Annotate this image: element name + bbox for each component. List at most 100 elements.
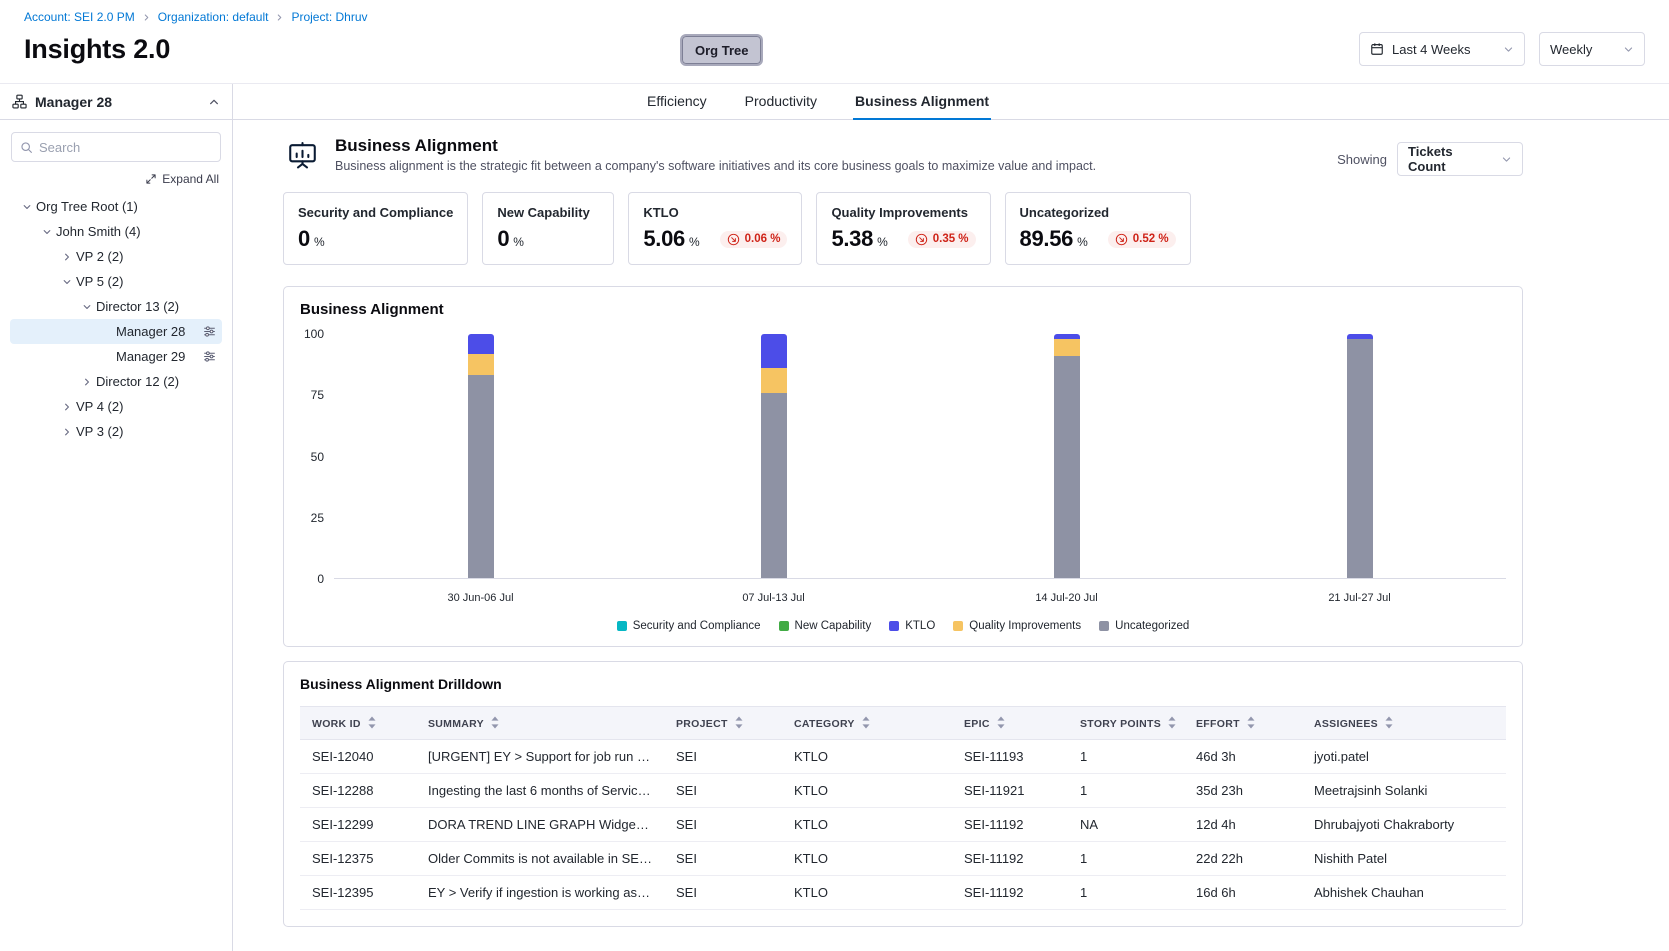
stat-delta-badge: 0.06 %: [720, 231, 788, 248]
bar-segment-quality-improvements: [761, 368, 787, 392]
table-cell: KTLO: [782, 808, 952, 842]
table-row-sei-12395[interactable]: SEI-12395EY > Verify if ingestion is wor…: [300, 876, 1506, 910]
column-header-category[interactable]: CATEGORY: [782, 707, 952, 740]
tree-item-director-13-2[interactable]: Director 13 (2): [10, 294, 222, 319]
topbar: Account: SEI 2.0 PM Organization: default…: [0, 0, 1669, 84]
table-row-sei-12040[interactable]: SEI-12040[URGENT] EY > Support for job r…: [300, 740, 1506, 774]
stat-delta-value: 0.52 %: [1133, 233, 1169, 245]
tree-item-john-smith-4[interactable]: John Smith (4): [10, 219, 222, 244]
section-header-text: Business Alignment Business alignment is…: [335, 136, 1096, 173]
sort-icon[interactable]: [1161, 718, 1177, 730]
presentation-board-icon: [283, 136, 321, 174]
breadcrumb-link-account-sei-2-0-pm[interactable]: Account: SEI 2.0 PM: [24, 10, 135, 24]
table-row-sei-12375[interactable]: SEI-12375Older Commits is not available …: [300, 842, 1506, 876]
chevron-down-icon[interactable]: [78, 302, 96, 312]
table-cell: Ingesting the last 6 months of ServiceN.…: [416, 774, 664, 808]
column-header-project[interactable]: PROJECT: [664, 707, 782, 740]
stat-label: KTLO: [643, 205, 787, 220]
tree-item-label: VP 4 (2): [76, 399, 123, 414]
tree-item-vp-3-2[interactable]: VP 3 (2): [10, 419, 222, 444]
org-tree-button[interactable]: Org Tree: [682, 36, 761, 64]
legend-item-quality-improvements: Quality Improvements: [953, 620, 1081, 632]
sort-icon[interactable]: [484, 718, 500, 730]
breadcrumb-link-organization-default[interactable]: Organization: default: [158, 10, 269, 24]
expand-all-button[interactable]: Expand All: [12, 172, 219, 186]
granularity-select[interactable]: Weekly: [1539, 32, 1645, 66]
table-cell: DORA TREND LINE GRAPH Widgets is n...: [416, 808, 664, 842]
table-row-sei-12288[interactable]: SEI-12288Ingesting the last 6 months of …: [300, 774, 1506, 808]
sidebar-title: Manager 28: [35, 94, 112, 110]
stat-label: New Capability: [497, 205, 599, 220]
table-header-row: WORK ID SUMMARY PROJECTCATEGORYEPICSTORY P…: [300, 707, 1506, 740]
table-cell: [URGENT] EY > Support for job run par...: [416, 740, 664, 774]
chevron-right-icon[interactable]: [78, 377, 96, 387]
collapse-sidebar-button[interactable]: [208, 96, 220, 108]
table-cell: SEI: [664, 808, 782, 842]
table-cell: SEI-11193: [952, 740, 1068, 774]
drilldown-card: Business Alignment Drilldown WORK ID SUMM…: [283, 661, 1523, 927]
column-header-assignees[interactable]: ASSIGNEES: [1302, 707, 1506, 740]
showing-select[interactable]: Tickets Count: [1397, 142, 1523, 176]
tree-item-vp-4-2[interactable]: VP 4 (2): [10, 394, 222, 419]
trend-down-icon: [915, 233, 928, 246]
column-header-epic[interactable]: EPIC: [952, 707, 1068, 740]
chevron-down-icon[interactable]: [38, 227, 56, 237]
column-header-work-id[interactable]: WORK ID: [300, 707, 416, 740]
stacked-bar: [468, 334, 494, 578]
x-axis-label: 14 Jul-20 Jul: [920, 592, 1213, 604]
bar-segment-uncategorized: [468, 375, 494, 578]
sliders-icon[interactable]: [203, 350, 216, 363]
table-row-sei-12299[interactable]: SEI-12299DORA TREND LINE GRAPH Widgets i…: [300, 808, 1506, 842]
sort-icon[interactable]: [361, 718, 377, 730]
tab-business-alignment[interactable]: Business Alignment: [853, 84, 991, 120]
chevron-down-icon[interactable]: [18, 202, 36, 212]
chevron-right-icon[interactable]: [58, 427, 76, 437]
sort-icon[interactable]: [728, 718, 744, 730]
chevron-down-icon[interactable]: [58, 277, 76, 287]
content-area: Business Alignment Business alignment is…: [283, 120, 1523, 927]
tree-item-director-12-2[interactable]: Director 12 (2): [10, 369, 222, 394]
tree-item-manager-29[interactable]: Manager 29: [10, 344, 222, 369]
x-axis-label: 21 Jul-27 Jul: [1213, 592, 1506, 604]
search-input[interactable]: [39, 140, 212, 155]
sliders-icon[interactable]: [203, 325, 216, 338]
drilldown-title: Business Alignment Drilldown: [300, 676, 1506, 692]
column-header-effort[interactable]: EFFORT: [1184, 707, 1302, 740]
x-axis-label: 07 Jul-13 Jul: [627, 592, 920, 604]
tab-productivity[interactable]: Productivity: [743, 84, 819, 120]
column-header-summary[interactable]: SUMMARY: [416, 707, 664, 740]
stacked-bar: [761, 334, 787, 578]
breadcrumb-link-project-dhruv[interactable]: Project: Dhruv: [291, 10, 367, 24]
column-header-label: SUMMARY: [428, 718, 484, 730]
page-title: Insights 2.0: [24, 34, 170, 65]
chevron-right-icon[interactable]: [58, 402, 76, 412]
sort-icon[interactable]: [990, 718, 1006, 730]
table-cell: 1: [1068, 842, 1184, 876]
chevron-down-icon: [98, 327, 116, 337]
stat-label: Uncategorized: [1020, 205, 1176, 220]
table-cell: SEI: [664, 842, 782, 876]
chevron-right-icon[interactable]: [58, 252, 76, 262]
tab-efficiency[interactable]: Efficiency: [645, 84, 709, 120]
section-header: Business Alignment Business alignment is…: [283, 136, 1523, 176]
sort-icon[interactable]: [1240, 718, 1256, 730]
search-box: [11, 132, 221, 162]
table-cell: KTLO: [782, 774, 952, 808]
table-cell: Dhrubajyoti Chakraborty: [1302, 808, 1506, 842]
tree-item-manager-28[interactable]: Manager 28: [10, 319, 222, 344]
table-cell: SEI-12299: [300, 808, 416, 842]
sort-icon[interactable]: [855, 718, 871, 730]
sort-icon[interactable]: [1378, 718, 1394, 730]
tree-item-vp-5-2[interactable]: VP 5 (2): [10, 269, 222, 294]
table-cell: SEI-11921: [952, 774, 1068, 808]
table-cell: jyoti.patel: [1302, 740, 1506, 774]
bar-group: [1213, 334, 1506, 578]
table-cell: Abhishek Chauhan: [1302, 876, 1506, 910]
tree-item-label: Manager 28: [116, 324, 185, 339]
column-header-story-points[interactable]: STORY POINTS: [1068, 707, 1184, 740]
tree-item-vp-2-2[interactable]: VP 2 (2): [10, 244, 222, 269]
tree-item-org-tree-root-1[interactable]: Org Tree Root (1): [10, 194, 222, 219]
table-cell: KTLO: [782, 740, 952, 774]
date-range-select[interactable]: Last 4 Weeks: [1359, 32, 1525, 66]
table-cell: SEI: [664, 876, 782, 910]
